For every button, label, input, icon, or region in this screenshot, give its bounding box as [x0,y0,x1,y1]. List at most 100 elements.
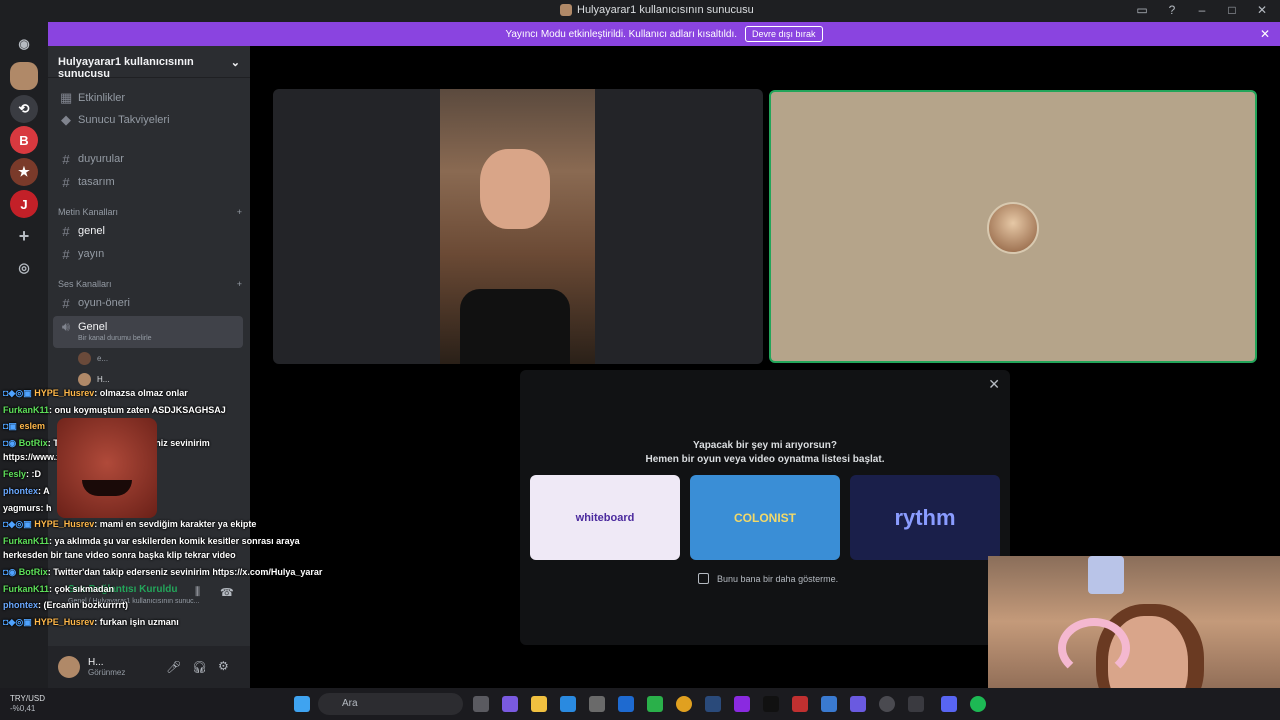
epic-games-icon[interactable] [763,696,779,712]
close-modal-icon[interactable]: ✕ [988,376,1000,393]
task-view-icon[interactable] [473,696,489,712]
channel-oyun-oneri[interactable]: # oyun-öneri [56,293,244,313]
app-icon[interactable] [647,696,663,712]
channel-yayin[interactable]: # yayın [56,244,244,264]
lamp [1088,556,1124,594]
ticker-label: TRY/USD [10,694,45,703]
taskbar-search[interactable]: Ara [318,693,463,715]
start-icon[interactable] [294,696,310,712]
maximize-button[interactable]: □ [1224,3,1240,17]
voice-user-2[interactable]: H... [78,373,109,386]
app-icon[interactable] [908,696,924,712]
voice-user-name: H... [97,375,110,384]
voice-category-label: Ses Kanalları [58,279,112,289]
badge-icon: ◘▣ [3,421,20,431]
server-header[interactable]: Hulyayarar1 kullanıcısının sunucusu ⌄ [48,46,250,80]
user-info[interactable]: H... Görünmez [88,657,125,677]
ticker-change: -%0,41 [10,704,36,713]
windows-taskbar: TRY/USD -%0,41 Ara [0,688,1280,720]
voice-user-name: e... [97,354,109,363]
channel-label: tasarım [78,176,115,188]
badge-icon: ◘◆◎▣ [3,519,35,529]
calendar-icon: ▦ [60,90,73,105]
chrome-icon[interactable] [676,696,692,712]
voice-user-1[interactable]: e... [78,352,108,365]
server-icon-5[interactable]: J [10,190,38,218]
server-icon-3[interactable]: B [10,126,38,154]
badge-icon: ◘◆◎▣ [3,388,35,398]
avatar[interactable] [58,656,80,678]
voice-status[interactable]: Bir kanal durumu belirle [78,335,152,342]
user-name: H... [88,657,104,668]
outlook-icon[interactable] [618,696,634,712]
add-server-icon[interactable]: + [10,222,38,250]
chat-message: ◘◉ BotRix: Twitter'dan takip ederseniz s… [3,567,323,577]
obs-icon[interactable] [879,696,895,712]
spotify-icon[interactable] [970,696,986,712]
stock-widget[interactable]: TRY/USD -%0,41 [10,694,45,714]
voice-category[interactable]: Ses Kanalları + [58,279,242,289]
app-icon[interactable] [792,696,808,712]
copilot-icon[interactable] [502,696,518,712]
channel-duyurular[interactable]: # duyurular [56,149,244,169]
server-icon-active[interactable] [10,62,38,90]
app-icon[interactable] [734,696,750,712]
server-name: Hulyayarar1 kullanıcısının sunucusu [58,56,194,80]
video-tile-avatar[interactable] [769,90,1257,363]
participant-face [480,149,550,229]
chat-message: FurkanK11: çok sıkmadan [3,584,115,594]
user-status: Görünmez [88,668,126,677]
events-item[interactable]: ▦ Etkinlikler [56,88,244,108]
disable-streamer-mode-button[interactable]: Devre dışı bırak [745,26,823,42]
video-tile-camera[interactable] [273,89,763,364]
title-bar: Hulyayarar1 kullanıcısının sunucusu ▭ ? … [0,0,1280,22]
add-channel-icon[interactable]: + [237,279,242,289]
store-icon[interactable] [589,696,605,712]
activity-card-whiteboard[interactable]: whiteboard [530,475,680,560]
activity-card-colonist[interactable]: COLONIST [690,475,840,560]
speaker-icon: 🔊︎ [61,319,71,334]
channel-genel[interactable]: # genel [56,221,244,241]
channel-tasarim[interactable]: # tasarım [56,172,244,192]
window-title-text: Hulyayarar1 kullanıcısının sunucusu [577,4,754,16]
participant-body [460,289,570,364]
app-icon[interactable] [821,696,837,712]
headphones-icon[interactable]: 🎧︎ [192,660,207,674]
boost-icon: ◆ [61,112,71,127]
checkbox[interactable] [698,573,709,584]
discord-icon[interactable] [941,696,957,712]
close-banner-icon[interactable]: ✕ [1260,27,1270,41]
emote-mouth [82,480,132,496]
camera-feed [440,89,595,364]
add-channel-icon[interactable]: + [237,207,242,217]
chat-message: FurkanK11: ya aklımda şu var eskilerden … [3,536,300,546]
server-avatar-icon [560,4,572,16]
boosts-item[interactable]: ◆ Sunucu Takviyeleri [56,110,244,130]
text-category[interactable]: Metin Kanalları + [58,207,242,217]
streamer-mode-banner: Yayıncı Modu etkinleştirildi. Kullanıcı … [48,22,1280,46]
settings-gear-icon[interactable]: ⚙ [218,659,229,673]
inbox-icon[interactable]: ▭ [1134,3,1150,17]
channel-label: genel [78,225,105,237]
chat-message: ◘◆◎▣ HYPE_Husrev: furkan işin uzmanı [3,617,179,627]
dont-show-again[interactable]: Bunu bana bir daha gösterme. [698,573,838,584]
chat-message: ◘◆◎▣ HYPE_Husrev: mami en sevdiğim karak… [3,519,257,529]
activity-card-rythm[interactable]: rythm [850,475,1000,560]
server-icon-2[interactable]: ⟲ [10,95,38,123]
avatar [78,352,91,365]
voice-channel-row[interactable]: 🔊︎ Genel [56,317,244,337]
window-controls: ▭ ? – □ ✕ [1134,3,1270,17]
boosts-label: Sunucu Takviyeleri [78,114,170,126]
server-icon-4[interactable]: ★ [10,158,38,186]
microphone-icon[interactable]: 🎤︎ [166,660,181,674]
discord-home-icon[interactable]: ◉ [10,30,38,58]
help-icon[interactable]: ? [1164,3,1180,17]
steam-icon[interactable] [705,696,721,712]
edge-icon[interactable] [560,696,576,712]
app-icon[interactable] [850,696,866,712]
close-button[interactable]: ✕ [1254,3,1270,17]
search-label: Ara [342,698,358,709]
explore-icon[interactable]: ◎ [10,254,38,282]
minimize-button[interactable]: – [1194,3,1210,17]
file-explorer-icon[interactable] [531,696,547,712]
